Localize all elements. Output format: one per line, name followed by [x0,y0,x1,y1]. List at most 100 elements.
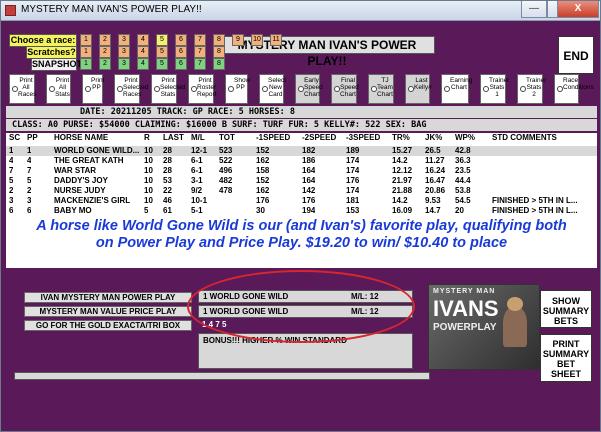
snapshot-button-1[interactable]: 1 [80,58,92,70]
snapshot-button-2[interactable]: 2 [99,58,111,70]
print-summary-bet-sheet-button[interactable]: PRINT SUMMARY BET SHEET [540,334,592,382]
snapshot-button-6[interactable]: 6 [175,58,187,70]
option-final-speed-chart[interactable]: Final Speed Chart [331,74,359,104]
radio-icon[interactable] [298,86,304,92]
table-row[interactable]: 2 2 NURSE JUDY 10 22 9/2 478 162 142 174 21.88 20.8… [6,186,597,196]
column-header[interactable]: PP [27,133,38,142]
choose-race-button-11[interactable]: 11 [270,34,282,46]
choose-race-button-2[interactable]: 2 [99,34,111,46]
table-row[interactable]: 4 4 THE GREAT KATH 10 28 6-1 522 162 186 174 14.2 1… [6,156,597,166]
option-print-all-races[interactable]: Print All Races [9,74,37,104]
radio-icon[interactable] [228,86,234,92]
table-row[interactable]: 1 1 WORLD GONE WILD... 10 28 12-1 523 152 182 189… [6,146,597,156]
radio-icon[interactable] [154,86,160,92]
choose-race-button-4[interactable]: 4 [137,34,149,46]
show-summary-bets-button[interactable]: SHOW SUMMARY BETS [540,290,592,328]
table-cell: 186 [302,156,316,165]
radio-icon[interactable] [444,86,450,92]
option-trainer-stats-1[interactable]: Trainer Stats 1 [480,74,509,104]
choose-race-button-5[interactable]: 5 [156,34,168,46]
option-label: Print All Races [18,77,37,98]
table-cell: 182 [302,146,316,155]
scratch-button-5[interactable]: 5 [156,46,168,58]
table-cell: 6-1 [191,166,203,175]
radio-icon[interactable] [117,86,123,92]
table-row[interactable]: 6 6 BABY MO 5 61 5-1 30 194 153 16.09 14.7 20 FINISH… [6,206,597,216]
option-trainer-stats-2[interactable]: Trainer Stats 2 [517,74,546,104]
radio-icon[interactable] [371,86,377,92]
table-row[interactable]: 7 7 WAR STAR 10 28 6-1 496 158 164 174 12.12 16.24 2… [6,166,597,176]
option-early-speed-chart[interactable]: Early Speed Chart [295,74,323,104]
table-cell: 10 [144,166,153,175]
table-cell: 6 [27,206,32,215]
table-cell: 54.5 [455,196,471,205]
column-header[interactable]: -2SPEED [302,133,336,142]
scratch-button-4[interactable]: 4 [137,46,149,58]
choose-race-button-9[interactable]: 9 [232,34,244,46]
column-header[interactable]: SC [9,133,20,142]
scratch-button-3[interactable]: 3 [118,46,130,58]
choose-race-button-10[interactable]: 10 [251,34,263,46]
scratch-button-2[interactable]: 2 [99,46,111,58]
radio-icon[interactable] [49,86,55,92]
column-header[interactable]: -3SPEED [346,133,380,142]
option-earning-chart[interactable]: Earning Chart [441,74,473,104]
table-cell: 162 [256,156,270,165]
snapshot-button-5[interactable]: 5 [156,58,168,70]
scratch-button-7[interactable]: 7 [194,46,206,58]
radio-icon[interactable] [191,86,197,92]
table-cell: 153 [346,206,360,215]
choose-race-button-3[interactable]: 3 [118,34,130,46]
table-cell: MACKENZIE'S GIRL [54,196,131,205]
table-row[interactable]: 3 3 MACKENZIE'S GIRL 10 46 10-1 176 176 181 14.2 9… [6,196,597,206]
table-cell: DADDY'S JOY [54,176,108,185]
table-cell: 14.2 [392,196,408,205]
power-play-label: IVAN MYSTERY MAN POWER PLAY [24,292,192,303]
column-header[interactable]: WP% [455,133,475,142]
column-header[interactable]: STD COMMENTS [492,133,557,142]
choose-race-button-7[interactable]: 7 [194,34,206,46]
option-show-pp[interactable]: Show PP [225,74,250,104]
radio-icon[interactable] [262,86,268,92]
column-header[interactable]: HORSE NAME [54,133,108,142]
table-row[interactable]: 5 5 DADDY'S JOY 10 53 3-1 482 152 164 176 21.97 16.… [6,176,597,186]
radio-icon[interactable] [557,86,563,92]
scratch-button-1[interactable]: 1 [80,46,92,58]
snapshot-button-4[interactable]: 4 [137,58,149,70]
snapshot-button-7[interactable]: 7 [194,58,206,70]
radio-icon[interactable] [334,86,340,92]
column-header[interactable]: TR% [392,133,410,142]
option-print-selected-races[interactable]: Print Selected Races [114,74,148,104]
option-tj-team-chart[interactable]: TJ Team Chart [368,74,394,104]
option-print-pp[interactable]: Print PP [82,74,104,104]
option-select-new-card[interactable]: Select New Card [259,74,286,104]
choose-race-button-6[interactable]: 6 [175,34,187,46]
option-last-kelly-[interactable]: Last Kelly# [405,74,432,104]
radio-icon[interactable] [85,86,91,92]
column-header[interactable]: M/L [191,133,205,142]
snapshot-button-8[interactable]: 8 [213,58,225,70]
scratch-button-6[interactable]: 6 [175,46,187,58]
column-header[interactable]: R [144,133,150,142]
radio-icon[interactable] [483,86,489,92]
snapshot-button-3[interactable]: 3 [118,58,130,70]
close-button[interactable]: X [557,1,599,18]
end-button[interactable]: END [558,36,594,74]
radio-icon[interactable] [520,86,526,92]
radio-icon[interactable] [12,86,18,92]
table-cell: 28 [163,146,172,155]
option-print-all-stats[interactable]: Print All Stats [46,74,71,104]
column-header[interactable]: -1SPEED [256,133,290,142]
option-print-roster-report[interactable]: Print Roster Report [188,74,217,104]
option-print-selected-stats[interactable]: Print Selected Stats [151,74,185,104]
column-header[interactable]: LAST [163,133,184,142]
column-header[interactable]: JK% [425,133,442,142]
minimize-button[interactable]: — [521,1,547,18]
scratch-button-8[interactable]: 8 [213,46,225,58]
choose-race-button-8[interactable]: 8 [213,34,225,46]
choose-race-button-1[interactable]: 1 [80,34,92,46]
radio-icon[interactable] [408,86,414,92]
option-race-conditions[interactable]: Race Conditions [554,74,594,104]
option-label: Earning Chart [450,77,473,91]
column-header[interactable]: TOT [219,133,235,142]
